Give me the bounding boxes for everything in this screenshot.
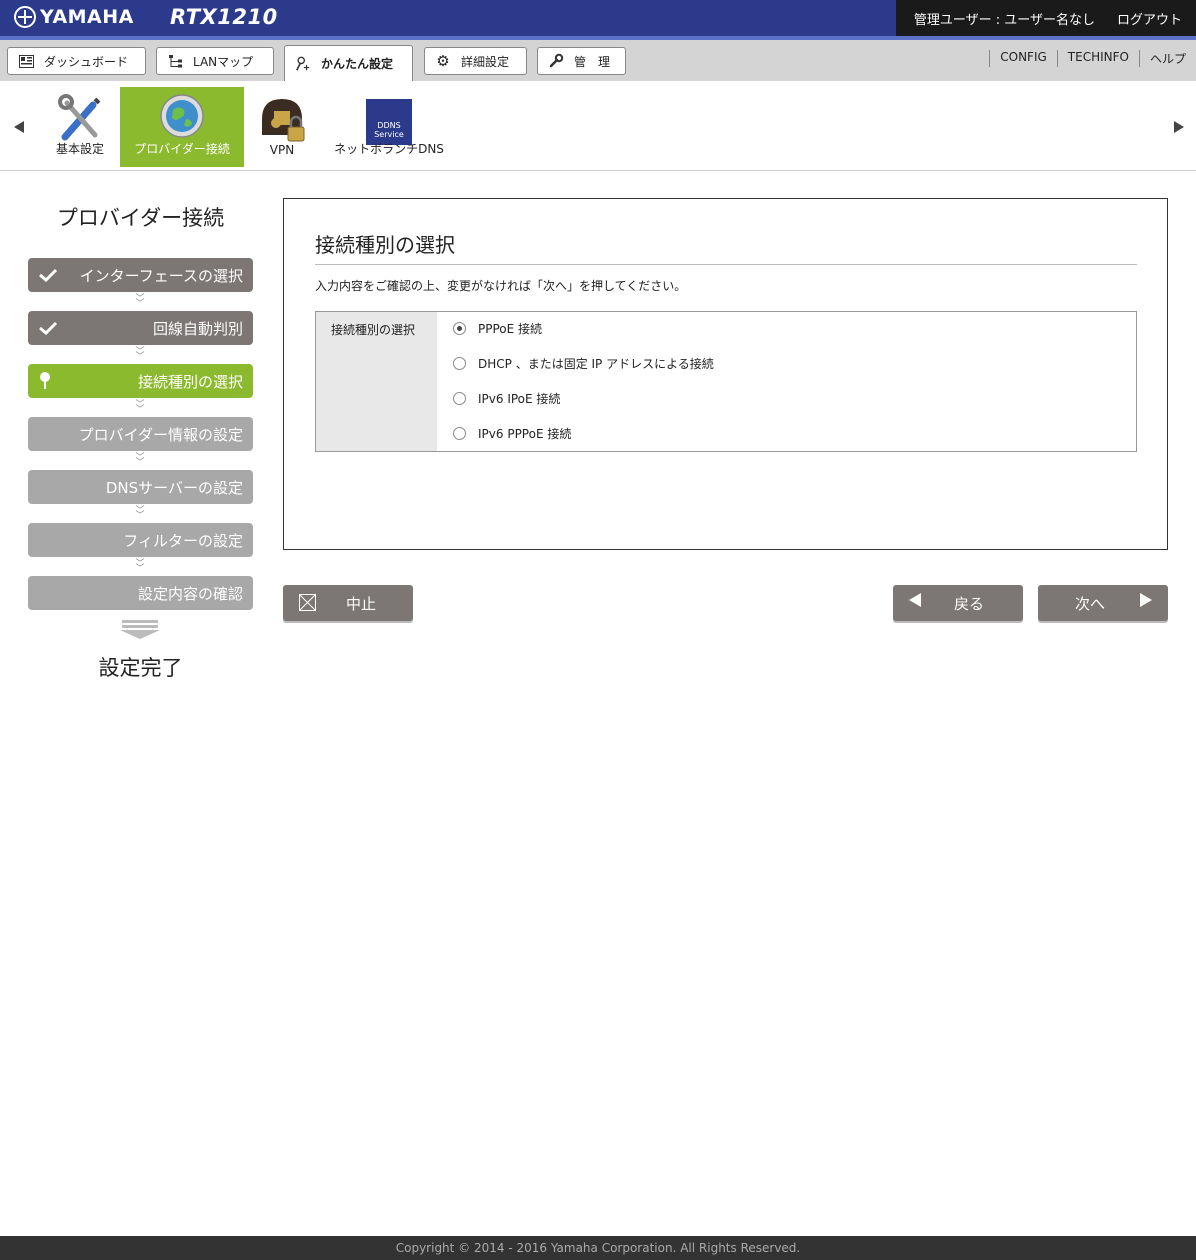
- pin-icon: [40, 372, 50, 389]
- tab-label: 管 理: [574, 54, 611, 69]
- user-box: 管理ユーザー : ユーザー名なし ログアウト: [896, 0, 1196, 36]
- option-label: IPv6 PPPoE 接続: [478, 427, 572, 441]
- scroll-right-arrow-icon[interactable]: [1174, 121, 1184, 133]
- option-pppoe[interactable]: PPPoE 接続: [453, 320, 542, 337]
- tab-advanced-settings[interactable]: ⚙ 詳細設定: [424, 47, 527, 75]
- globe-icon: [159, 93, 205, 142]
- config-link[interactable]: CONFIG: [989, 50, 1057, 67]
- step-label: インターフェースの選択: [79, 266, 243, 285]
- radio-button[interactable]: [453, 357, 466, 370]
- option-label: IPv6 IPoE 接続: [478, 392, 561, 406]
- tab-dashboard[interactable]: ダッシュボード: [7, 47, 146, 75]
- option-dhcp-static-ip[interactable]: DHCP 、または固定 IP アドレスによる接続: [453, 355, 714, 372]
- setup-complete-label: 設定完了: [98, 656, 183, 680]
- connection-type-panel: 接続種別の選択 入力内容をご確認の上、変更がなければ「次へ」を押してください。 …: [283, 198, 1168, 550]
- cancel-button[interactable]: 中止: [283, 585, 413, 621]
- chevron-down-icon: ﹀ ﹀: [135, 400, 145, 415]
- down-arrow-icon: [120, 620, 160, 639]
- top-links: CONFIG TECHINFO ヘルプ: [989, 50, 1196, 67]
- tab-label: 詳細設定: [461, 54, 510, 69]
- cancel-label: 中止: [346, 594, 377, 613]
- back-button[interactable]: 戻る: [893, 585, 1023, 621]
- subnav-label: プロバイダー接続: [134, 142, 230, 156]
- help-link[interactable]: ヘルプ: [1138, 50, 1196, 67]
- chevron-down-icon: ﹀ ﹀: [135, 453, 145, 468]
- tab-label: LANマップ: [193, 54, 254, 69]
- arrow-left-icon: [909, 593, 921, 607]
- sub-navigation: 基本設定 プロバイダー接続 VPN DDNS Service ネットボランチDN…: [0, 81, 1196, 171]
- step-connection-type: 接続種別の選択: [28, 364, 253, 398]
- ddns-logo-text: DDNS Service: [374, 121, 404, 139]
- dashboard-icon: [18, 53, 34, 69]
- field-label: 接続種別の選択: [316, 312, 437, 451]
- yamaha-logo: YAMAHA: [14, 6, 134, 28]
- arrow-right-icon: [1140, 593, 1152, 607]
- logout-link[interactable]: ログアウト: [1117, 9, 1182, 28]
- next-label: 次へ: [1075, 594, 1106, 613]
- step-line-auto-detect: 回線自動判別: [28, 311, 253, 345]
- model-name: RTX1210: [170, 5, 278, 29]
- cancel-x-icon: [299, 594, 316, 611]
- footer-copyright: Copyright © 2014 - 2016 Yamaha Corporati…: [0, 1236, 1196, 1260]
- subnav-basic-settings[interactable]: 基本設定: [42, 87, 118, 167]
- option-ipv6-ipoe[interactable]: IPv6 IPoE 接続: [453, 390, 560, 407]
- gear-icon: ⚙: [436, 52, 450, 70]
- vpn-lock-icon: [256, 93, 308, 148]
- tab-label: かんたん設定: [321, 57, 394, 71]
- subnav-label: 基本設定: [55, 142, 104, 156]
- step-label: 設定内容の確認: [137, 584, 243, 603]
- option-label: DHCP 、または固定 IP アドレスによる接続: [478, 357, 714, 371]
- ddns-service-icon: DDNS Service: [366, 99, 412, 145]
- subnav-provider-connection[interactable]: プロバイダー接続: [120, 87, 244, 167]
- tab-easy-setup[interactable]: かんたん設定: [284, 45, 413, 81]
- chevron-down-icon: ﹀ ﹀: [135, 294, 145, 309]
- subnav-label: VPN: [269, 143, 295, 157]
- wrench-icon: [548, 53, 564, 69]
- step-label: プロバイダー情報の設定: [78, 425, 243, 444]
- tools-icon: [55, 93, 105, 146]
- lan-map-icon: [167, 53, 183, 69]
- option-table: 接続種別の選択 PPPoE 接続 DHCP 、または固定 IP アドレスによる接…: [315, 311, 1137, 452]
- radio-button[interactable]: [453, 322, 466, 335]
- step-label: 接続種別の選択: [137, 372, 243, 391]
- step-interface-selection: インターフェースの選択: [28, 258, 253, 292]
- title-divider: [315, 264, 1137, 265]
- panel-title: 接続種別の選択: [315, 233, 455, 257]
- user-label: 管理ユーザー : ユーザー名なし: [913, 12, 1095, 28]
- chevron-down-icon: ﹀ ﹀: [135, 559, 145, 574]
- chevron-down-icon: ﹀ ﹀: [135, 506, 145, 521]
- back-label: 戻る: [954, 594, 985, 613]
- wizard-icon: [295, 56, 311, 72]
- tab-label: ダッシュボード: [44, 54, 129, 69]
- tab-management[interactable]: 管 理: [537, 47, 626, 75]
- step-dns-server: DNSサーバーの設定: [28, 470, 253, 504]
- step-label: DNSサーバーの設定: [105, 478, 243, 497]
- step-confirm: 設定内容の確認: [28, 576, 253, 610]
- panel-description: 入力内容をご確認の上、変更がなければ「次へ」を押してください。: [315, 279, 687, 293]
- scroll-left-arrow-icon[interactable]: [14, 121, 24, 133]
- chevron-down-icon: ﹀ ﹀: [135, 347, 145, 362]
- brand-name: YAMAHA: [40, 6, 134, 28]
- option-label: PPPoE 接続: [478, 322, 543, 336]
- sidebar-title: プロバイダー接続: [56, 206, 225, 230]
- yamaha-emblem-icon: [14, 6, 36, 28]
- radio-button[interactable]: [453, 392, 466, 405]
- check-icon: [39, 268, 58, 282]
- step-label: 回線自動判別: [152, 319, 243, 338]
- option-ipv6-pppoe[interactable]: IPv6 PPPoE 接続: [453, 425, 571, 442]
- radio-button[interactable]: [453, 427, 466, 440]
- check-icon: [39, 321, 58, 335]
- step-label: フィルターの設定: [123, 531, 243, 550]
- top-header: YAMAHA RTX1210 管理ユーザー : ユーザー名なし ログアウト: [0, 0, 1196, 36]
- next-button[interactable]: 次へ: [1038, 585, 1168, 621]
- techinfo-link[interactable]: TECHINFO: [1056, 50, 1139, 67]
- subnav-label: ネットボランチDNS: [334, 142, 444, 156]
- subnav-netvolante-dns[interactable]: DDNS Service ネットボランチDNS: [326, 87, 452, 167]
- tab-lan-map[interactable]: LANマップ: [156, 47, 274, 75]
- subnav-vpn[interactable]: VPN: [250, 87, 314, 167]
- step-filter: フィルターの設定: [28, 523, 253, 557]
- step-provider-info: プロバイダー情報の設定: [28, 417, 253, 451]
